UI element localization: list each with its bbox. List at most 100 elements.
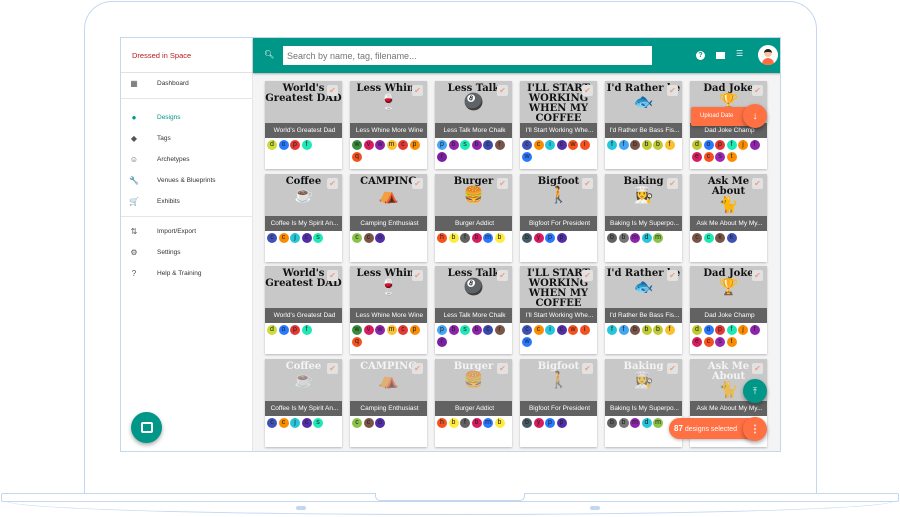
tag-badge[interactable]: f bbox=[607, 325, 617, 335]
tag-badge[interactable]: c bbox=[352, 232, 362, 243]
select-checkbox[interactable]: ✔ bbox=[667, 85, 678, 96]
tag-badge[interactable]: p bbox=[715, 140, 725, 150]
tag-badge[interactable]: c bbox=[703, 232, 714, 243]
tag-badge[interactable]: f bbox=[618, 140, 629, 150]
tag-badge[interactable]: d bbox=[692, 325, 702, 335]
tag-badge[interactable]: b bbox=[618, 232, 629, 243]
tag-badge[interactable]: b bbox=[653, 325, 663, 335]
tag-badge[interactable]: b bbox=[630, 140, 640, 150]
tag-badge[interactable]: y bbox=[533, 232, 544, 243]
design-card[interactable]: I'LL START WORKING WHEN MY COFFEE ✔ I'll S… bbox=[520, 81, 597, 169]
select-checkbox[interactable]: ✔ bbox=[497, 177, 508, 189]
tag-badge[interactable]: b bbox=[618, 417, 629, 428]
select-checkbox[interactable]: ✔ bbox=[412, 85, 423, 96]
tag-badge[interactable]: c bbox=[483, 325, 493, 335]
sidebar-item-venues-blueprints[interactable]: 🔧 Venues & Blueprints bbox=[121, 170, 252, 191]
design-card[interactable]: Less Whine 🍷 ✔ Less Whine More Wine w v w m c p q bbox=[350, 81, 427, 169]
tag-badge[interactable]: d bbox=[267, 325, 277, 335]
tag-badge[interactable]: t bbox=[726, 336, 737, 347]
tag-badge[interactable]: h bbox=[437, 417, 447, 428]
tag-badge[interactable]: w bbox=[522, 151, 532, 162]
tag-badge[interactable]: m bbox=[386, 325, 397, 335]
tag-badge[interactable]: i bbox=[579, 140, 590, 150]
select-checkbox[interactable]: ✔ bbox=[582, 85, 593, 96]
tag-badge[interactable]: r bbox=[494, 140, 505, 150]
tag-badge[interactable]: r bbox=[437, 336, 447, 347]
select-checkbox[interactable]: ✔ bbox=[327, 362, 338, 374]
tag-badge[interactable]: p bbox=[409, 140, 420, 150]
tag-badge[interactable]: o bbox=[278, 325, 289, 335]
tag-badge[interactable]: f bbox=[749, 325, 760, 335]
tag-badge[interactable]: m bbox=[483, 417, 493, 428]
tag-badge[interactable]: w bbox=[352, 140, 362, 150]
sidebar-item-exhibits[interactable]: 🛒 Exhibits bbox=[121, 191, 252, 212]
tag-badge[interactable]: c bbox=[267, 417, 277, 428]
tag-badge[interactable]: s bbox=[460, 325, 470, 335]
upload-button[interactable]: ⤒ bbox=[743, 379, 767, 403]
tag-badge[interactable]: p bbox=[545, 232, 555, 243]
tag-badge[interactable]: f bbox=[749, 140, 760, 150]
select-checkbox[interactable]: ✔ bbox=[667, 177, 678, 189]
tag-badge[interactable]: d bbox=[267, 140, 277, 150]
tag-badge[interactable]: f bbox=[607, 140, 617, 150]
tag-badge[interactable]: f bbox=[664, 140, 675, 150]
design-card[interactable]: Bigfoot 🚶 ✔ Bigfoot For President b y p p bbox=[520, 358, 597, 447]
tag-badge[interactable]: c bbox=[267, 232, 277, 243]
tag-badge[interactable]: b bbox=[494, 417, 505, 428]
chat-button[interactable] bbox=[131, 412, 162, 443]
tag-badge[interactable]: o bbox=[375, 417, 385, 428]
select-checkbox[interactable]: ✔ bbox=[327, 177, 338, 189]
tag-badge[interactable]: c bbox=[398, 140, 408, 150]
search-icon[interactable]: 🔍︎ bbox=[264, 50, 274, 59]
view-icon[interactable] bbox=[716, 52, 725, 59]
tag-badge[interactable]: b bbox=[448, 325, 459, 335]
select-checkbox[interactable]: ✔ bbox=[412, 177, 423, 189]
tag-badge[interactable]: j bbox=[290, 232, 300, 243]
tag-badge[interactable]: e bbox=[692, 151, 702, 162]
design-card[interactable]: I'd Rather be 🐟 ✔ I'd Rather Be Bass Fis...… bbox=[605, 81, 682, 169]
tag-badge[interactable]: c bbox=[533, 140, 544, 150]
tag-badge[interactable]: b bbox=[607, 232, 617, 243]
tag-badge[interactable]: m bbox=[483, 232, 493, 243]
tag-badge[interactable]: p bbox=[409, 325, 420, 335]
design-card[interactable]: Baking 👩‍🍳 ✔ Baking Is My Superpo... b b m d m bbox=[605, 173, 682, 262]
select-checkbox[interactable]: ✔ bbox=[497, 362, 508, 374]
list-icon[interactable]: ☰ bbox=[736, 49, 743, 58]
tag-badge[interactable]: b bbox=[522, 232, 532, 243]
design-card[interactable]: CAMPING ⛺ ✔ Camping Enthusiast c c o bbox=[350, 173, 427, 262]
tag-badge[interactable]: c bbox=[703, 151, 714, 162]
tag-badge[interactable]: p bbox=[715, 325, 725, 335]
tag-badge[interactable]: m bbox=[630, 232, 640, 243]
tag-badge[interactable]: f bbox=[726, 140, 737, 150]
tag-badge[interactable]: c bbox=[703, 336, 714, 347]
tag-badge[interactable]: f bbox=[460, 232, 470, 243]
select-checkbox[interactable]: ✔ bbox=[582, 270, 593, 281]
tag-badge[interactable]: b bbox=[471, 325, 482, 335]
tag-badge[interactable]: b bbox=[641, 325, 652, 335]
sidebar-item-import-export[interactable]: ⇅ Import/Export bbox=[121, 221, 252, 242]
design-card[interactable]: World's Greatest DAD ✔ World's Greatest Da… bbox=[265, 266, 342, 354]
tag-badge[interactable]: p bbox=[545, 417, 555, 428]
tag-badge[interactable]: o bbox=[703, 325, 714, 335]
tag-badge[interactable]: p bbox=[556, 232, 567, 243]
tag-badge[interactable]: f bbox=[664, 325, 675, 335]
select-checkbox[interactable]: ✔ bbox=[497, 85, 508, 96]
tag-badge[interactable]: y bbox=[533, 417, 544, 428]
select-checkbox[interactable]: ✔ bbox=[497, 270, 508, 281]
tag-badge[interactable]: f bbox=[726, 325, 737, 335]
tag-badge[interactable]: c bbox=[556, 325, 567, 335]
select-checkbox[interactable]: ✔ bbox=[582, 177, 593, 189]
tag-badge[interactable]: v bbox=[363, 140, 374, 150]
tag-badge[interactable]: r bbox=[494, 325, 505, 335]
tag-badge[interactable]: b bbox=[641, 140, 652, 150]
sidebar-item-help-training[interactable]: ? Help & Training bbox=[121, 263, 252, 284]
tag-badge[interactable]: p bbox=[556, 417, 567, 428]
design-card[interactable]: Coffee ☕ ✔ Coffee Is My Spirit An... c c j c s bbox=[265, 358, 342, 447]
tag-badge[interactable]: b bbox=[607, 417, 617, 428]
tag-badge[interactable]: m bbox=[630, 417, 640, 428]
tag-badge[interactable]: c bbox=[398, 325, 408, 335]
tag-badge[interactable]: c bbox=[556, 140, 567, 150]
tag-badge[interactable]: d bbox=[641, 232, 652, 243]
sidebar-item-designs[interactable]: ● Designs bbox=[121, 107, 252, 128]
tag-badge[interactable]: w bbox=[522, 336, 532, 347]
